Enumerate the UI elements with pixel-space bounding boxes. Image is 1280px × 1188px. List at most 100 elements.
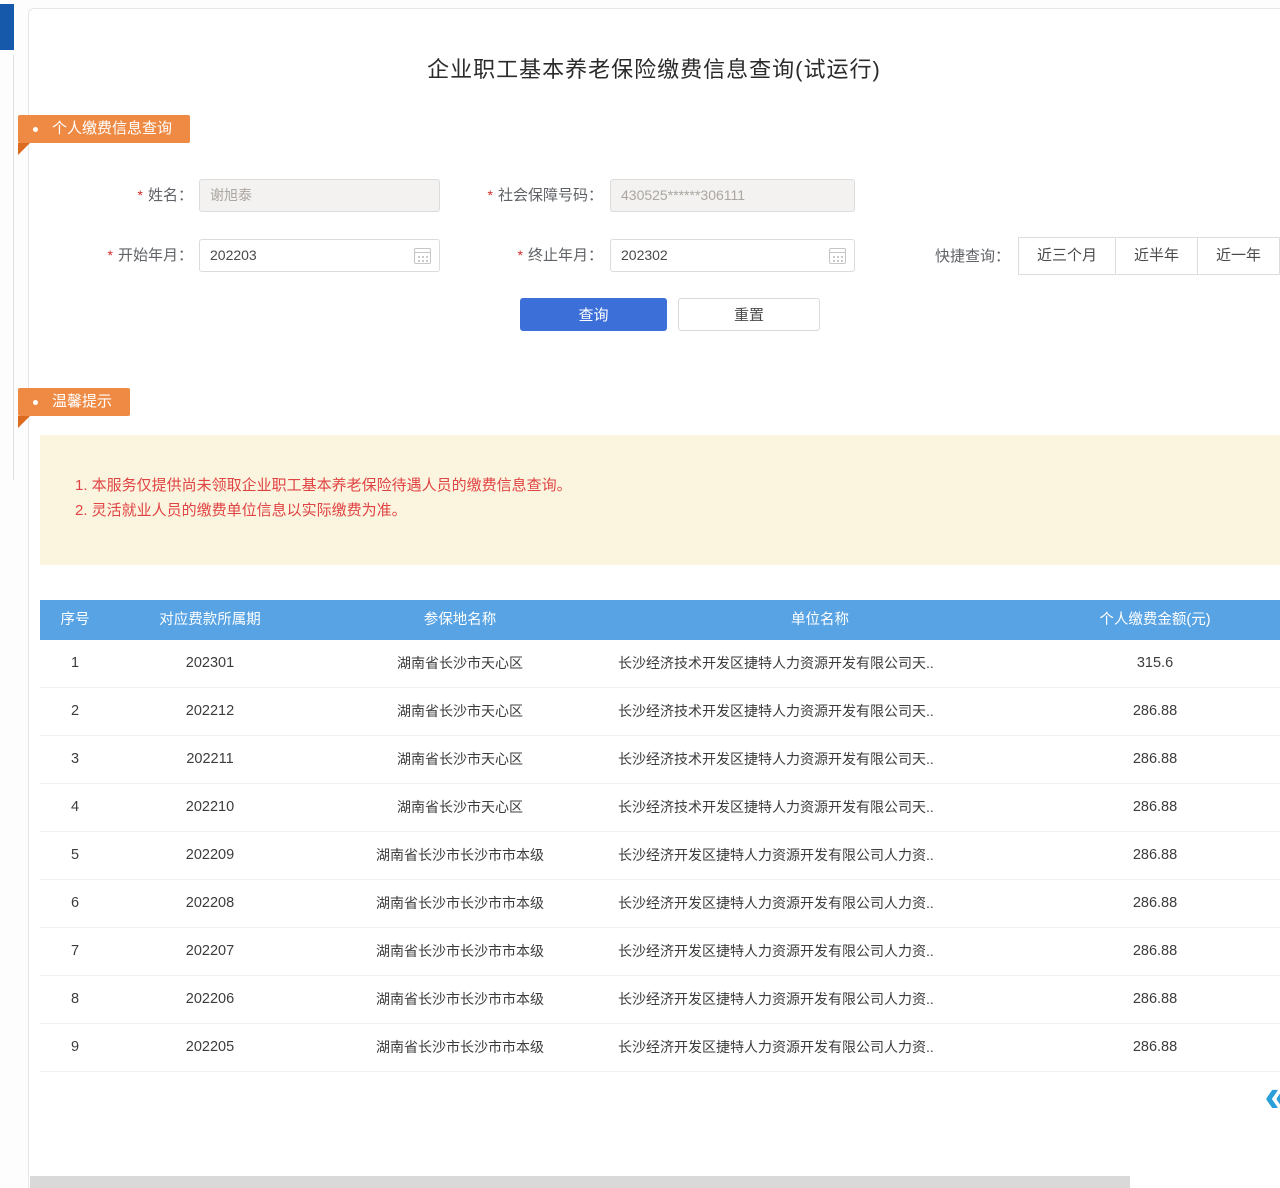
ribbon-fold	[18, 416, 30, 428]
table-cell: 6	[40, 880, 110, 927]
table-cell: 湖南省长沙市天心区	[310, 784, 610, 831]
reset-button[interactable]: 重置	[678, 298, 820, 331]
section-badge-label: 温馨提示	[52, 393, 112, 410]
table-cell: 长沙经济开发区捷特人力资源开发有限公司人力资..	[610, 928, 1030, 975]
sidebar-divider	[13, 55, 14, 480]
section-badge-personal-payment-query: 个人缴费信息查询	[18, 115, 190, 143]
table-row: 3202211湖南省长沙市天心区长沙经济技术开发区捷特人力资源开发有限公司天..…	[40, 736, 1280, 784]
table-header-cell: 对应费款所属期	[110, 600, 310, 640]
ssn-label: *社会保障号码：	[440, 179, 603, 212]
table-cell: 湖南省长沙市长沙市市本级	[310, 928, 610, 975]
calendar-icon[interactable]	[829, 248, 846, 264]
table-cell: 286.88	[1030, 976, 1280, 1023]
start-month-label: *开始年月：	[70, 239, 193, 272]
table-row: 4202210湖南省长沙市天心区长沙经济技术开发区捷特人力资源开发有限公司天..…	[40, 784, 1280, 832]
table-cell: 286.88	[1030, 1024, 1280, 1071]
table-cell: 长沙经济技术开发区捷特人力资源开发有限公司天..	[610, 784, 1030, 831]
table-cell: 202301	[110, 640, 310, 687]
table-cell: 315.6	[1030, 640, 1280, 687]
table-cell: 湖南省长沙市天心区	[310, 640, 610, 687]
table-cell: 4	[40, 784, 110, 831]
table-cell: 湖南省长沙市长沙市市本级	[310, 832, 610, 879]
required-asterisk: *	[518, 247, 523, 263]
page-title: 企业职工基本养老保险缴费信息查询(试运行)	[28, 52, 1280, 84]
table-header-cell: 个人缴费金额(元)	[1030, 600, 1280, 640]
table-cell: 286.88	[1030, 736, 1280, 783]
table-cell: 286.88	[1030, 928, 1280, 975]
table-cell: 3	[40, 736, 110, 783]
table-cell: 长沙经济技术开发区捷特人力资源开发有限公司天..	[610, 688, 1030, 735]
table-cell: 湖南省长沙市长沙市市本级	[310, 976, 610, 1023]
required-asterisk: *	[108, 247, 113, 263]
query-button[interactable]: 查询	[520, 298, 667, 331]
table-cell: 长沙经济开发区捷特人力资源开发有限公司人力资..	[610, 880, 1030, 927]
table-row: 9202205湖南省长沙市长沙市市本级长沙经济开发区捷特人力资源开发有限公司人力…	[40, 1024, 1280, 1072]
table-cell: 202210	[110, 784, 310, 831]
table-cell: 湖南省长沙市长沙市市本级	[310, 1024, 610, 1071]
table-row: 8202206湖南省长沙市长沙市市本级长沙经济开发区捷特人力资源开发有限公司人力…	[40, 976, 1280, 1024]
name-label: *姓名：	[70, 179, 193, 212]
table-cell: 7	[40, 928, 110, 975]
table-cell: 286.88	[1030, 784, 1280, 831]
table-cell: 湖南省长沙市天心区	[310, 688, 610, 735]
quick-query-last-year-button[interactable]: 近一年	[1197, 237, 1280, 275]
footer-strip	[30, 1176, 1130, 1188]
end-month-input[interactable]: 202302	[610, 239, 855, 272]
tips-notice-box: 1. 本服务仅提供尚未领取企业职工基本养老保险待遇人员的缴费信息查询。 2. 灵…	[40, 435, 1280, 565]
bullet-icon	[33, 127, 38, 132]
name-input[interactable]: 谢旭泰	[199, 179, 440, 212]
collapse-chevron-icon[interactable]: «	[1264, 1072, 1280, 1118]
table-cell: 8	[40, 976, 110, 1023]
section-badge-tips: 温馨提示	[18, 388, 130, 416]
table-cell: 286.88	[1030, 880, 1280, 927]
tips-line: 1. 本服务仅提供尚未领取企业职工基本养老保险待遇人员的缴费信息查询。	[75, 473, 1280, 498]
table-cell: 5	[40, 832, 110, 879]
table-cell: 286.88	[1030, 832, 1280, 879]
table-body: 1202301湖南省长沙市天心区长沙经济技术开发区捷特人力资源开发有限公司天..…	[40, 640, 1280, 1072]
tips-line: 2. 灵活就业人员的缴费单位信息以实际缴费为准。	[75, 498, 1280, 523]
table-cell: 长沙经济技术开发区捷特人力资源开发有限公司天..	[610, 736, 1030, 783]
table-header-cell: 单位名称	[610, 600, 1030, 640]
quick-query-group: 近三个月 近半年 近一年	[1018, 237, 1280, 275]
quick-query-label: 快捷查询：	[915, 239, 1010, 275]
quick-query-last-3-months-button[interactable]: 近三个月	[1018, 237, 1116, 275]
left-nav-indicator	[0, 4, 14, 50]
page: 企业职工基本养老保险缴费信息查询(试运行) 个人缴费信息查询 *姓名： 谢旭泰 …	[0, 0, 1280, 1188]
table-cell: 202212	[110, 688, 310, 735]
calendar-icon[interactable]	[414, 248, 431, 264]
bullet-icon	[33, 400, 38, 405]
start-month-input[interactable]: 202203	[199, 239, 440, 272]
table-header-row: 序号 对应费款所属期 参保地名称 单位名称 个人缴费金额(元)	[40, 600, 1280, 640]
end-month-label: *终止年月：	[440, 239, 603, 272]
table-row: 1202301湖南省长沙市天心区长沙经济技术开发区捷特人力资源开发有限公司天..…	[40, 640, 1280, 688]
table-cell: 1	[40, 640, 110, 687]
table-row: 6202208湖南省长沙市长沙市市本级长沙经济开发区捷特人力资源开发有限公司人力…	[40, 880, 1280, 928]
table-cell: 长沙经济开发区捷特人力资源开发有限公司人力资..	[610, 1024, 1030, 1071]
payment-table: 序号 对应费款所属期 参保地名称 单位名称 个人缴费金额(元) 1202301湖…	[40, 600, 1280, 1072]
table-cell: 202205	[110, 1024, 310, 1071]
table-cell: 202209	[110, 832, 310, 879]
ssn-input[interactable]: 430525******306111	[610, 179, 855, 212]
table-cell: 湖南省长沙市天心区	[310, 736, 610, 783]
table-cell: 2	[40, 688, 110, 735]
required-asterisk: *	[138, 187, 143, 203]
table-header-cell: 序号	[40, 600, 110, 640]
table-header-cell: 参保地名称	[310, 600, 610, 640]
table-cell: 长沙经济开发区捷特人力资源开发有限公司人力资..	[610, 832, 1030, 879]
quick-query-last-half-year-button[interactable]: 近半年	[1115, 237, 1198, 275]
section-badge-label: 个人缴费信息查询	[52, 120, 172, 137]
table-row: 7202207湖南省长沙市长沙市市本级长沙经济开发区捷特人力资源开发有限公司人力…	[40, 928, 1280, 976]
table-cell: 长沙经济技术开发区捷特人力资源开发有限公司天..	[610, 640, 1030, 687]
table-row: 2202212湖南省长沙市天心区长沙经济技术开发区捷特人力资源开发有限公司天..…	[40, 688, 1280, 736]
table-cell: 286.88	[1030, 688, 1280, 735]
table-cell: 202211	[110, 736, 310, 783]
required-asterisk: *	[488, 187, 493, 203]
table-cell: 长沙经济开发区捷特人力资源开发有限公司人力资..	[610, 976, 1030, 1023]
table-cell: 202208	[110, 880, 310, 927]
table-cell: 湖南省长沙市长沙市市本级	[310, 880, 610, 927]
table-cell: 9	[40, 1024, 110, 1071]
table-cell: 202207	[110, 928, 310, 975]
table-row: 5202209湖南省长沙市长沙市市本级长沙经济开发区捷特人力资源开发有限公司人力…	[40, 832, 1280, 880]
ribbon-fold	[18, 143, 30, 155]
table-cell: 202206	[110, 976, 310, 1023]
